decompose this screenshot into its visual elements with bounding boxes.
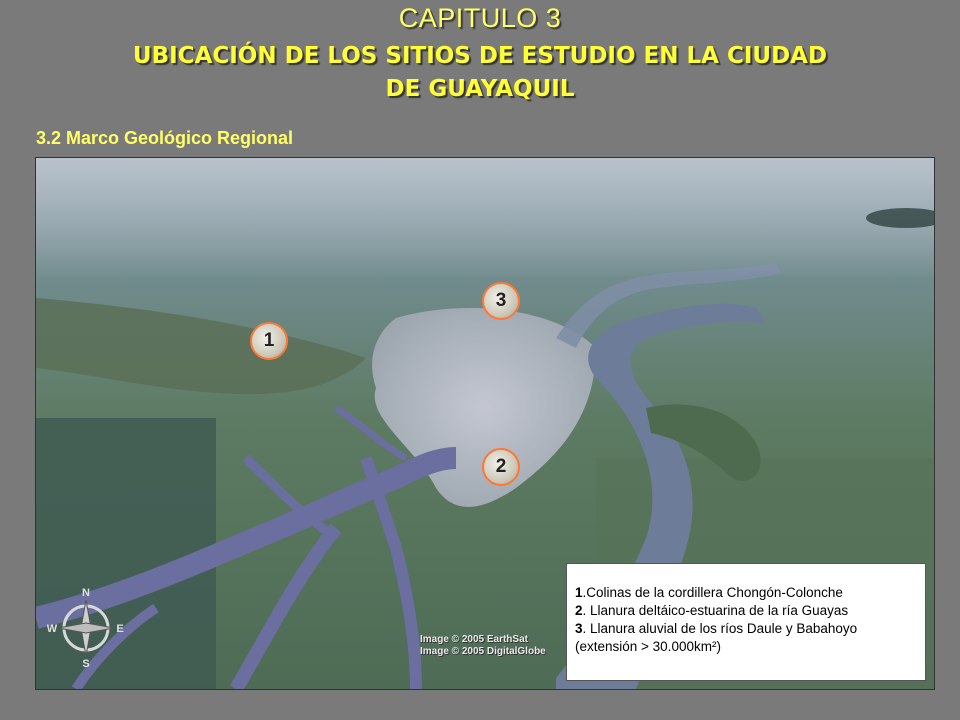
legend-number: 3: [575, 621, 583, 636]
chapter-title: CAPITULO 3: [398, 3, 562, 33]
compass-n: N: [82, 588, 90, 599]
legend-text: . Llanura deltáico-estuarina de la ría G…: [582, 603, 849, 618]
site-marker-2[interactable]: 2: [482, 448, 520, 486]
legend-item-1: 1.Colinas de la cordillera Chongón-Colon…: [575, 584, 919, 602]
site-marker-3[interactable]: 3: [482, 282, 520, 320]
legend-extra: (extensión > 30.000km²): [575, 639, 721, 654]
page-title: UBICACIÓN DE LOS SITIOS DE ESTUDIO EN LA…: [60, 40, 900, 106]
site-marker-1[interactable]: 1: [250, 322, 288, 360]
compass-e: E: [116, 623, 123, 635]
horizon-haze: [36, 158, 934, 278]
legend-text: . Llanura aluvial de los ríos Daule y Ba…: [582, 621, 858, 636]
legend-number: 2: [575, 603, 583, 618]
section-heading: 3.2 Marco Geológico Regional: [36, 128, 294, 148]
legend-item-2: 2. Llanura deltáico-estuarina de la ría …: [575, 602, 919, 620]
legend-number: 1: [575, 585, 583, 600]
page-title-line-2: DE GUAYAQUIL: [385, 76, 575, 102]
map-legend: 1.Colinas de la cordillera Chongón-Colon…: [566, 563, 926, 681]
legend-item-3: 3. Llanura aluvial de los ríos Daule y B…: [575, 620, 919, 638]
compass-w: W: [47, 623, 58, 635]
credit-digitalglobe: Image © 2005 DigitalGlobe: [420, 646, 546, 657]
page-title-line-1: UBICACIÓN DE LOS SITIOS DE ESTUDIO EN LA…: [132, 43, 828, 69]
credit-earthsat: Image © 2005 EarthSat: [420, 634, 528, 645]
image-credits: Image © 2005 EarthSat Image © 2005 Digit…: [420, 634, 546, 658]
satellite-map: 1 2 3 Image © 2005 EarthSat Image © 2005…: [35, 157, 935, 690]
compass-s: S: [82, 658, 89, 668]
legend-text: .Colinas de la cordillera Chongón-Colonc…: [582, 585, 843, 600]
compass-rose-icon: N E S W: [47, 588, 124, 668]
